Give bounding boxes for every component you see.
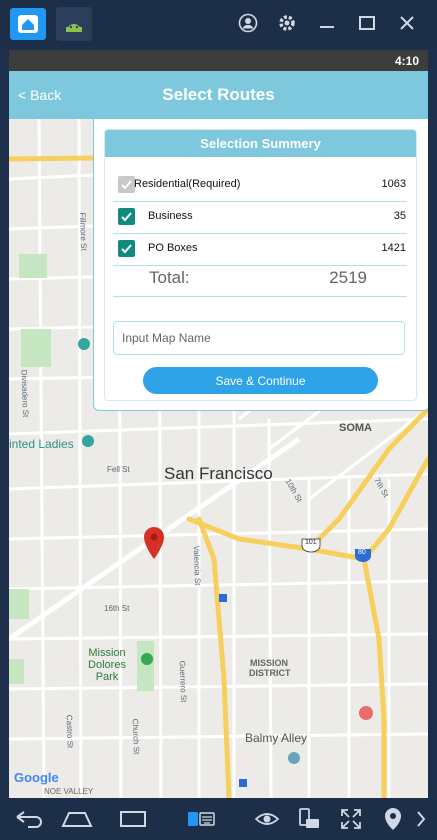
map-label-noe-valley: NOE VALLEY <box>44 787 94 796</box>
maximize-icon[interactable] <box>355 11 379 35</box>
home-icon[interactable] <box>60 806 94 832</box>
map-label-balmy-alley: Balmy Alley <box>245 731 308 745</box>
summary-heading: Selection Summery <box>105 130 416 157</box>
total-value: 2519 <box>329 268 367 287</box>
recent-apps-icon[interactable] <box>118 806 148 832</box>
emulator-bottom-bar <box>0 798 437 840</box>
check-icon <box>121 244 132 254</box>
map-label-16th: 16th St <box>104 604 130 613</box>
route-label: Business <box>148 210 193 222</box>
route-count: 35 <box>393 210 406 222</box>
hwy-80-shield: 80 <box>358 549 366 556</box>
eye-icon[interactable] <box>254 806 280 832</box>
route-row-residential: Residential(Required) 1063 <box>113 169 407 202</box>
keyboard-icon[interactable] <box>186 806 216 832</box>
emulator-home-tab[interactable] <box>10 8 46 40</box>
emulator-app-tab[interactable] <box>56 7 92 41</box>
map-name-input[interactable] <box>113 321 405 355</box>
map-label-mission-district: MISSION DISTRICT <box>249 658 291 678</box>
save-continue-button[interactable]: Save & Continue <box>143 367 378 394</box>
map-label-divisadero: Divisadero St <box>19 369 31 418</box>
rotate-icon[interactable] <box>296 806 322 832</box>
map-label-castro: Castro St <box>64 714 75 749</box>
map-label-church: Church St <box>130 718 141 755</box>
business-checkbox[interactable] <box>118 208 135 225</box>
status-bar: 4:10 <box>9 50 428 71</box>
more-icon[interactable] <box>414 806 428 832</box>
phone-screen: 4:10 < Back Select Routes SOMA inted Lad… <box>9 50 428 798</box>
total-label: Total: <box>149 268 190 287</box>
app-bar: < Back Select Routes <box>9 71 428 119</box>
map-label-fillmore: Fillmore St <box>77 212 89 251</box>
status-time: 4:10 <box>394 54 419 68</box>
residential-checkbox[interactable] <box>118 176 135 193</box>
map-label-city: San Francisco <box>164 464 273 483</box>
map-label-valencia: Valencia St <box>191 545 203 586</box>
map-label-mission-dolores: Mission Dolores Park <box>88 647 126 683</box>
check-icon <box>121 212 132 222</box>
map-label-painted-ladies: inted Ladies <box>9 437 74 451</box>
account-icon[interactable] <box>236 11 260 35</box>
route-label: PO Boxes <box>148 242 198 254</box>
total-row: Total: 2519 <box>113 260 407 297</box>
route-label: Residential(Required) <box>134 178 241 190</box>
emulator-top-bar <box>0 0 437 46</box>
map-label-fell: Fell St <box>107 465 130 474</box>
map-label-soma: SOMA <box>339 422 372 434</box>
android-icon <box>66 24 82 32</box>
check-icon <box>121 180 132 190</box>
po-boxes-checkbox[interactable] <box>118 240 135 257</box>
page-title: Select Routes <box>162 85 275 104</box>
fullscreen-icon[interactable] <box>338 806 364 832</box>
settings-icon[interactable] <box>275 11 299 35</box>
back-arrow-icon[interactable] <box>14 806 44 832</box>
route-row-business: Business 35 <box>113 201 407 234</box>
home-icon <box>18 15 38 33</box>
google-logo: Google <box>14 770 59 785</box>
route-count: 1063 <box>381 178 406 190</box>
hwy-101-shield: 101 <box>305 539 317 546</box>
minimize-icon[interactable] <box>315 11 339 35</box>
close-icon[interactable] <box>395 11 419 35</box>
location-pin-icon[interactable] <box>382 806 404 832</box>
selection-panel: Selection Summery Residential(Required) … <box>93 119 428 411</box>
route-count: 1421 <box>381 242 406 254</box>
map-label-guerrero: Guerrero St <box>177 660 189 703</box>
selection-summary-card: Selection Summery Residential(Required) … <box>104 129 417 401</box>
